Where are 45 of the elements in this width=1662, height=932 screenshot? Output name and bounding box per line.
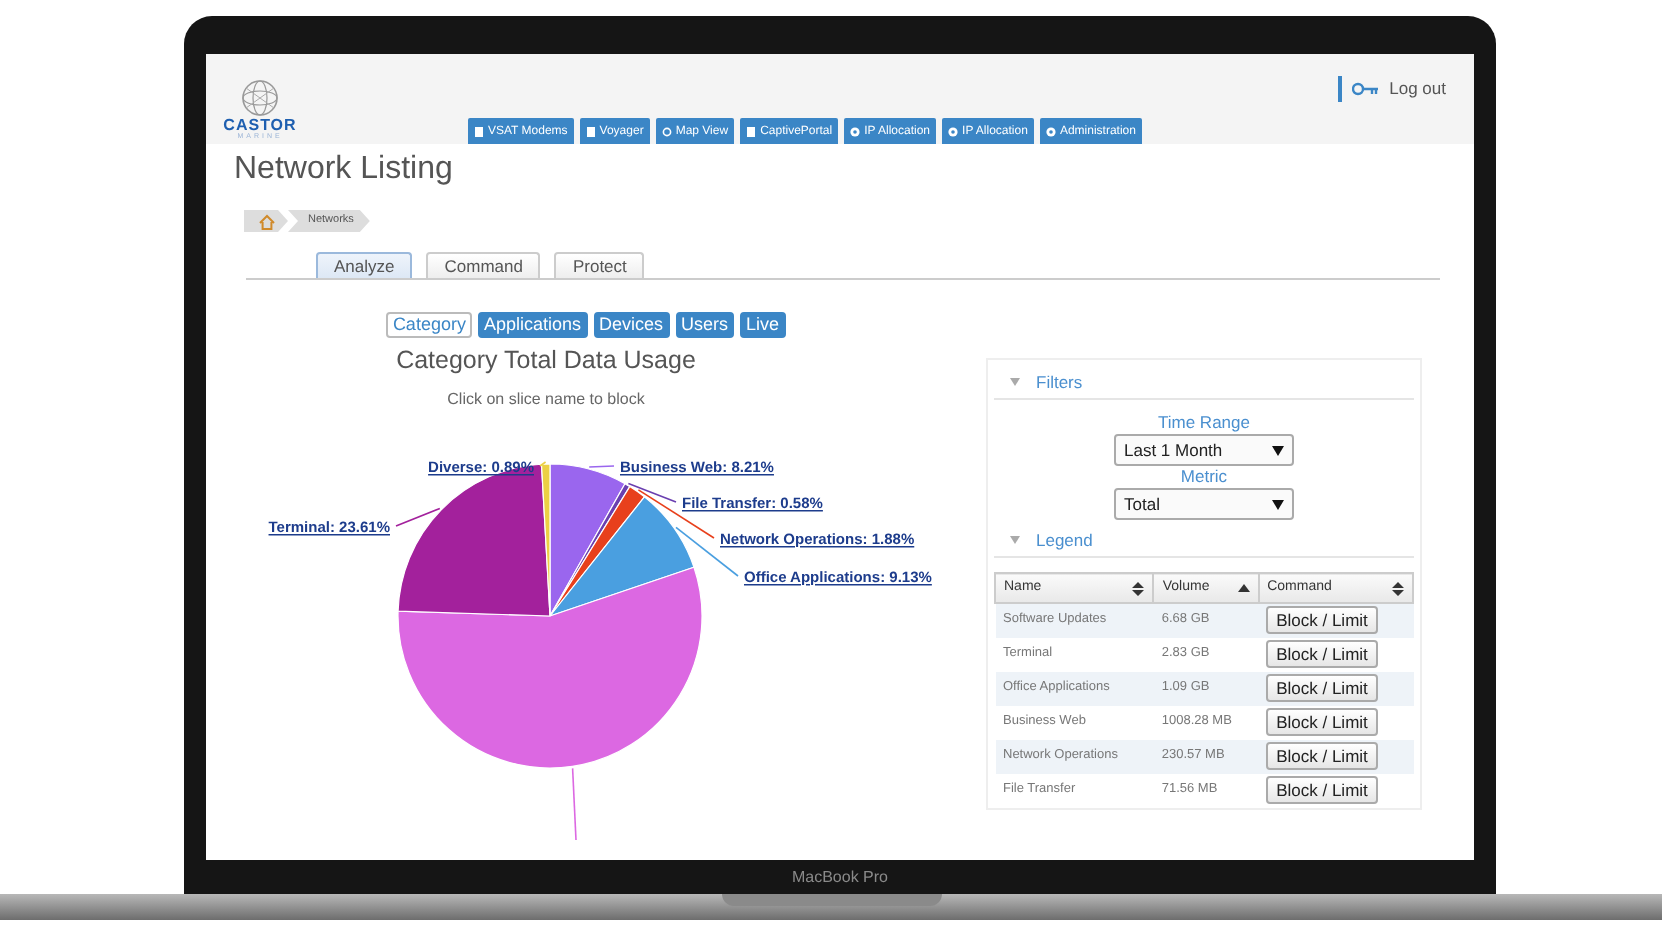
block-limit-button[interactable]: Block / Limit xyxy=(1266,674,1378,702)
leader-line xyxy=(588,465,615,468)
select-field[interactable]: Last 1 Month xyxy=(1114,434,1294,466)
block-limit-button[interactable]: Block / Limit xyxy=(1266,606,1378,635)
block-limit-button[interactable]: Block / Limit xyxy=(1266,742,1378,770)
home-breadcrumb[interactable] xyxy=(244,210,288,232)
logo-text: CASTOR xyxy=(223,117,297,133)
page-title: Network Listing xyxy=(234,150,455,190)
view-button[interactable]: Category xyxy=(386,312,472,338)
chart-subtitle: Click on slice name to block xyxy=(447,390,645,410)
pie-slice[interactable] xyxy=(540,463,551,617)
collapse-triangle-icon xyxy=(1010,536,1020,544)
key-icon xyxy=(1351,82,1380,96)
document-icon xyxy=(474,126,484,138)
circle-icon xyxy=(661,126,672,138)
pie-slice[interactable] xyxy=(397,463,551,617)
document-icon xyxy=(746,126,757,138)
section-title: Legend xyxy=(1036,530,1093,550)
tab[interactable]: Command xyxy=(426,252,541,278)
view-button[interactable]: Users xyxy=(675,312,735,338)
leader-line xyxy=(395,507,441,527)
block-limit-button[interactable]: Block / Limit xyxy=(1266,708,1378,736)
home-icon xyxy=(257,213,275,229)
select-field[interactable]: Total xyxy=(1114,488,1294,520)
logout-link[interactable]: Log out xyxy=(1389,76,1446,102)
dropdown-caret-icon xyxy=(1272,445,1284,455)
dropdown-caret-icon xyxy=(1272,499,1284,509)
leader-line xyxy=(539,461,547,467)
tab[interactable]: Analyze xyxy=(316,252,413,278)
leader-line xyxy=(571,767,577,841)
field-label: Metric xyxy=(1178,466,1230,486)
pie-slice[interactable] xyxy=(397,566,703,769)
chart-title: Category Total Data Usage xyxy=(396,346,696,374)
view-button[interactable]: Devices xyxy=(593,312,670,338)
document-icon xyxy=(585,126,596,138)
view-button[interactable]: Live xyxy=(740,312,786,338)
globe-logo-icon xyxy=(240,77,280,117)
block-limit-button[interactable]: Block / Limit xyxy=(1266,640,1378,668)
tab[interactable]: Protect xyxy=(554,252,645,278)
view-button[interactable]: Applications xyxy=(477,312,587,338)
block-limit-button[interactable]: Block / Limit xyxy=(1266,776,1378,804)
laptop-model-label: MacBook Pro xyxy=(791,865,889,889)
field-label: Time Range xyxy=(1156,412,1252,432)
collapse-triangle-icon xyxy=(1010,378,1020,386)
section-title: Filters xyxy=(1036,372,1083,392)
